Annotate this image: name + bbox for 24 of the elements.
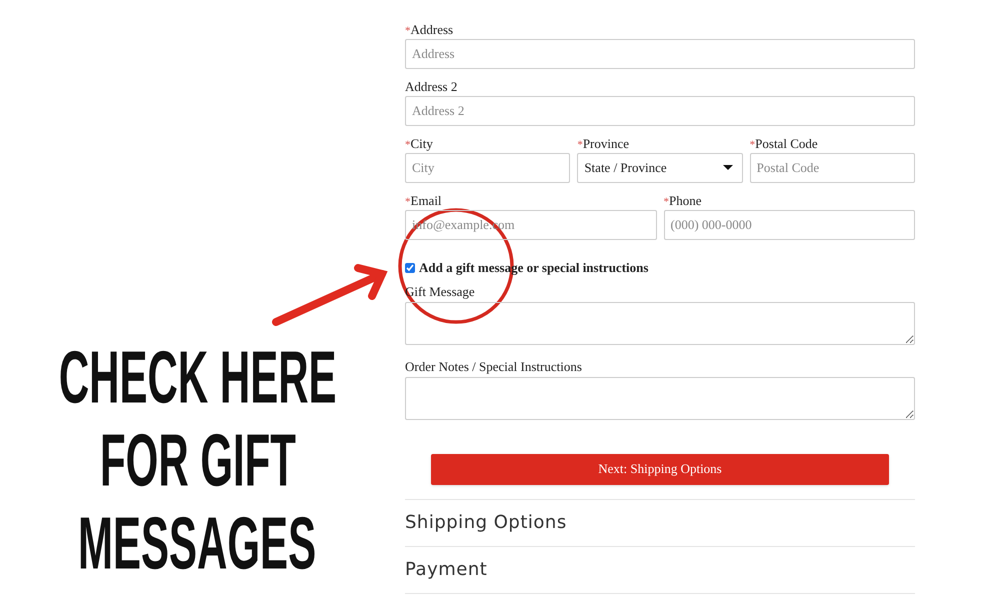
input-field[interactable]: Address bbox=[405, 39, 915, 69]
field-label: *Email bbox=[405, 193, 443, 209]
field-label: *Address bbox=[405, 22, 454, 38]
gift-checkbox[interactable] bbox=[405, 262, 415, 273]
annotation-text: CHECK HERE bbox=[58, 340, 336, 414]
section-heading[interactable]: Payment bbox=[405, 556, 488, 583]
text-area[interactable] bbox=[405, 376, 915, 420]
input-field[interactable]: City bbox=[405, 153, 570, 183]
caret-icon bbox=[722, 165, 733, 171]
province-select[interactable]: State / Province bbox=[577, 153, 743, 183]
field-label: Order Notes / Special Instructions bbox=[405, 358, 583, 374]
text-area[interactable] bbox=[405, 302, 915, 344]
field-label: Address 2 bbox=[405, 79, 458, 95]
section-heading[interactable]: Shipping Options bbox=[405, 509, 567, 536]
field-label: *Phone bbox=[664, 193, 702, 209]
input-field[interactable]: Address 2 bbox=[405, 96, 915, 126]
input-field[interactable]: Postal Code bbox=[750, 153, 915, 183]
field-label: *Province bbox=[577, 136, 630, 152]
next-button[interactable]: Next: Shipping Options bbox=[431, 454, 889, 484]
annotation-text: MESSAGES bbox=[78, 506, 317, 580]
input-field[interactable]: (000) 000-0000 bbox=[664, 210, 915, 240]
field-label: *Postal Code bbox=[750, 136, 819, 152]
field-label: *City bbox=[405, 136, 434, 152]
annotation-text: FOR GIFT bbox=[100, 422, 296, 496]
